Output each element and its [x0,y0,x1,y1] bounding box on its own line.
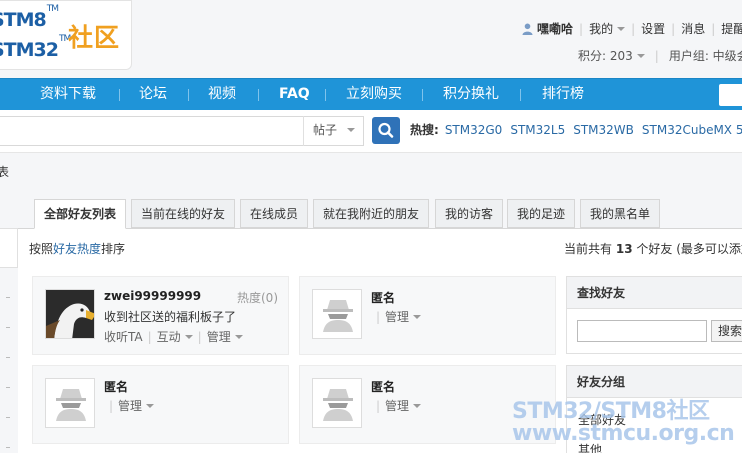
points-menu[interactable]: 积分: 203 [578,49,645,63]
hot-keyword[interactable]: STM32CubeMX 5.0 [642,123,742,137]
manage-menu[interactable]: 管理 [385,399,422,413]
hot-search-label: 热搜: [410,123,439,137]
hot-keyword[interactable]: STM32L5 [510,123,565,137]
tab-online-friends[interactable]: 当前在线的好友 [131,199,236,228]
friend-name[interactable]: zwei99999999 [104,289,201,303]
avatar[interactable] [45,289,95,339]
nav-item-video[interactable]: 视频 [208,79,236,110]
friend-card: 匿名 | 管理 [32,365,289,444]
follow-link[interactable]: 收听TA [104,330,143,344]
find-friend-input[interactable] [577,320,707,342]
friend-name[interactable]: 匿名 [104,378,128,395]
sort-info: 按照好友热度排序 [29,242,126,256]
manage-menu[interactable]: 管理 [207,330,243,344]
nav-search-input[interactable] [719,84,742,106]
friend-heat: 热度(0) [237,291,278,305]
tab-my-blacklist[interactable]: 我的黑名单 [580,199,661,228]
chevron-down-icon [234,335,243,339]
nav-item-faq[interactable]: FAQ [279,79,310,110]
search-button[interactable] [372,117,400,144]
eagle-avatar-image [46,290,94,338]
tab-all-friends[interactable]: 全部好友列表 [34,199,127,229]
settings-link[interactable]: 设置 [641,22,665,36]
friend-message: 收到社区送的福利板子了 [104,310,237,324]
find-friend-title: 查找好友 [567,277,742,309]
user-group-link[interactable]: 用户组: 中级会员 [669,49,742,63]
friend-name[interactable]: 匿名 [371,378,395,395]
friend-actions: | 管理 [371,308,422,325]
friend-actions: | 管理 [104,397,155,414]
score-bar: 积分: 203|用户组: 中级会员 [578,47,742,64]
chevron-down-icon [636,54,645,58]
chevron-down-icon [413,315,422,319]
tab-my-footprints[interactable]: 我的足迹 [507,199,576,228]
watermark-url: www.stmcu.org.cn [512,421,735,446]
interact-menu[interactable]: 互动 [157,330,193,344]
hot-keyword[interactable]: STM32WB [573,123,634,137]
nav-item-downloads[interactable]: 资料下载 [40,79,96,110]
messages-link[interactable]: 消息 [681,22,705,36]
breadcrumb-current: 表 [0,165,10,179]
my-menu[interactable]: 我的 [589,22,626,36]
logo-line-1: STM8TM [0,3,59,31]
chevron-down-icon [617,27,626,31]
hot-search: 热搜: STM32G0 STM32L5 STM32WB STM32CubeMX 5.0 [410,121,742,138]
chevron-down-icon [146,404,155,408]
user-menu-bar: 嘿嘞哈 | 我的 | 设置 | 消息 | 提醒 [522,20,742,37]
logo-line-2: STM32TM [0,33,71,61]
username-link[interactable]: 嘿嘞哈 [537,22,573,36]
friend-card: zwei99999999 热度(0) 收到社区送的福利板子了 收听TA | 互动 | 管… [32,276,289,355]
tab-my-visitors[interactable]: 我的访客 [435,199,504,228]
user-icon [522,23,533,35]
breadcrumb: 表 [0,152,742,188]
hot-keyword[interactable]: STM32G0 [445,123,503,137]
site-logo[interactable]: STM8TM STM32TM 社区 [0,0,132,70]
anonymous-avatar-icon [323,300,353,332]
tab-nearby-friends[interactable]: 就在我附近的朋友 [313,199,430,228]
nav-item-ranking[interactable]: 排行榜 [542,79,584,110]
main-nav: 资料下载 论坛 视频 FAQ 立刻购买 积分换礼 排行榜 [0,78,742,110]
manage-menu[interactable]: 管理 [385,310,422,324]
avatar[interactable] [312,378,362,428]
search-type-select[interactable]: 帖子 [303,116,364,146]
tab-online-members[interactable]: 在线成员 [240,199,309,228]
sort-by-heat-link[interactable]: 好友热度 [53,242,101,256]
top-header: STM8TM STM32TM 社区 嘿嘞哈|我的|设置|消息|提醒 积分: 20… [0,0,742,78]
chevron-down-icon [184,335,193,339]
find-friend-search-button[interactable]: 搜索 [711,320,742,342]
manage-menu[interactable]: 管理 [118,399,155,413]
friend-actions: 收听TA | 互动 | 管理 [104,328,243,345]
friend-count: 当前共有 13 个好友 (最多可以添加 [564,242,742,256]
friend-card: 匿名 | 管理 [299,276,556,355]
find-friend-box: 查找好友 搜索 [566,276,742,354]
logo-community-text: 社区 [68,23,121,52]
anonymous-avatar-icon [56,389,86,421]
search-icon [378,122,394,138]
reminders-menu[interactable]: 提醒 [721,22,742,36]
friend-name[interactable]: 匿名 [371,289,395,306]
left-sidebar-item[interactable] [0,228,18,268]
nav-item-rewards[interactable]: 积分换礼 [443,79,499,110]
tab-divider [18,228,742,229]
friend-actions: | 管理 [371,397,422,414]
anonymous-avatar-icon [323,389,353,421]
nav-item-forum[interactable]: 论坛 [139,79,167,110]
chevron-down-icon [347,128,356,132]
chevron-down-icon [413,404,422,408]
avatar[interactable] [45,378,95,428]
avatar[interactable] [312,289,362,339]
nav-item-buy[interactable]: 立刻购买 [346,79,402,110]
